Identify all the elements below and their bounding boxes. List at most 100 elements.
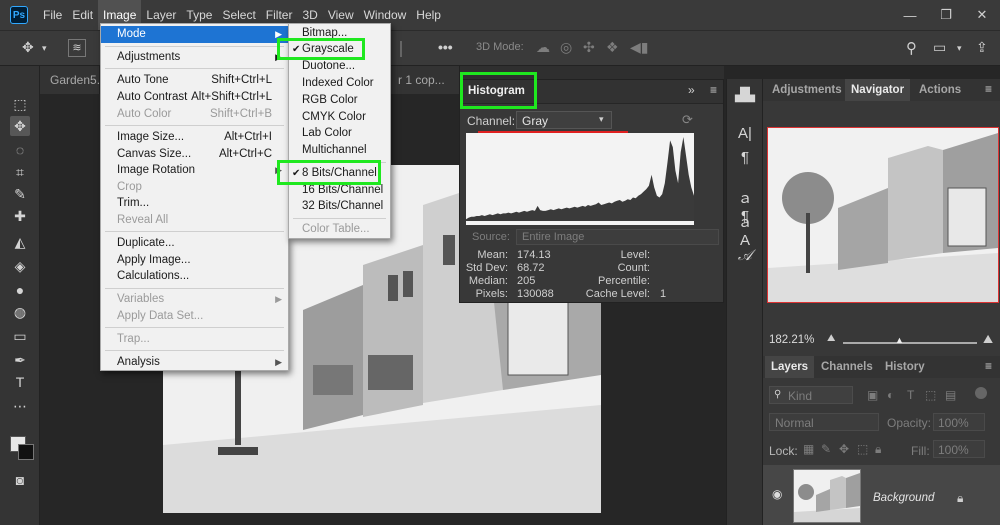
zoom-value[interactable]: 182.21% [769, 334, 814, 346]
mode-duotone[interactable]: Duotone... [289, 58, 390, 75]
tab-actions[interactable]: Actions [919, 79, 961, 101]
pen-tool-icon[interactable]: ✒ [10, 350, 30, 370]
menu-item-auto-contrast[interactable]: Auto Contrast Alt+Shift+Ctrl+L [101, 89, 288, 106]
lock-paint-icon[interactable]: ✎ [821, 442, 831, 456]
opacity-input[interactable]: 100% [933, 413, 985, 431]
filter-type-icon[interactable]: T [907, 388, 914, 402]
paragraph-styles-icon[interactable]: ａ¶ [735, 187, 755, 225]
menu-item-apply-image[interactable]: Apply Image... [101, 252, 288, 269]
tab-adjustments[interactable]: Adjustments [772, 79, 842, 101]
background-color-swatch[interactable] [18, 444, 34, 460]
chevron-down-icon[interactable]: ▾ [42, 43, 47, 54]
filter-pixel-icon[interactable]: ▣ [867, 388, 878, 402]
type-tool-icon[interactable]: T [10, 372, 30, 392]
tab-layers[interactable]: Layers [765, 356, 815, 378]
histogram-panel-icon[interactable]: ▟▙ [735, 87, 755, 107]
fill-input[interactable]: 100% [933, 440, 985, 458]
lock-pixels-icon[interactable]: ▦ [803, 442, 814, 456]
filter-smart-icon[interactable]: ▤ [945, 388, 956, 402]
filter-shape-icon[interactable]: ⬚ [925, 388, 936, 402]
channel-select[interactable]: Gray ▾ [516, 111, 612, 129]
rectangle-tool-icon[interactable]: ▭ [10, 326, 30, 346]
share-icon[interactable]: ⇪ [976, 39, 988, 56]
crop-tool-icon[interactable]: ⌗ [10, 162, 30, 182]
menu-item-canvas-size[interactable]: Canvas Size... Alt+Ctrl+C [101, 146, 288, 163]
zoom-slider-track[interactable] [843, 342, 977, 344]
mode-rgb-color[interactable]: RGB Color [289, 92, 390, 109]
blur-tool-icon[interactable]: ● [10, 280, 30, 300]
search-icon[interactable]: ⚲ [906, 39, 917, 57]
chevron-down-icon[interactable]: ▾ [957, 43, 962, 54]
lock-artboard-icon[interactable]: ⬚ [857, 442, 868, 456]
3d-slide-icon[interactable]: ❖ [606, 39, 619, 56]
restore-button[interactable]: ❐ [928, 0, 964, 30]
mode-cmyk-color[interactable]: CMYK Color [289, 109, 390, 126]
source-select[interactable]: Entire Image [516, 229, 719, 245]
mode-lab-color[interactable]: Lab Color [289, 125, 390, 142]
menu-help[interactable]: Help [411, 0, 446, 30]
menu-item-auto-tone[interactable]: Auto Tone Shift+Ctrl+L [101, 72, 288, 89]
tab-history[interactable]: History [885, 356, 925, 378]
eye-visibility-icon[interactable]: ◉ [772, 487, 782, 501]
menu-item-analysis[interactable]: Analysis ▶ [101, 354, 288, 371]
3d-orbit-icon[interactable]: ☁ [536, 39, 550, 56]
lock-position-icon[interactable]: ✥ [839, 442, 849, 456]
menu-item-mode[interactable]: Mode ▶ [101, 26, 288, 43]
blend-mode-select[interactable]: Normal [769, 413, 879, 431]
panel-menu-icon[interactable]: ≡ [985, 82, 992, 96]
zoom-slider-thumb[interactable]: ▲ [895, 335, 904, 345]
tab-garden[interactable]: Garden5. [40, 66, 100, 94]
dodge-tool-icon[interactable]: ◍ [10, 302, 30, 322]
filter-adjustment-icon[interactable]: ◐ [887, 388, 894, 402]
eraser-tool-icon[interactable]: ◭ [10, 232, 30, 252]
more-options-icon[interactable]: ••• [438, 39, 453, 55]
refresh-icon[interactable]: ⟳ [682, 112, 693, 128]
layer-row-background[interactable]: ◉ Background 🔒︎ [763, 465, 1000, 525]
marquee-tool-icon[interactable]: ⬚ [10, 94, 30, 114]
zoom-out-icon[interactable]: ⛰ [827, 333, 835, 344]
move-tool-icon[interactable]: ✥ [10, 116, 30, 136]
menu-item-image-size[interactable]: Image Size... Alt+Ctrl+I [101, 129, 288, 146]
character-panel-icon[interactable]: A| [735, 125, 755, 145]
lock-all-icon[interactable]: 🔒︎ [875, 442, 881, 457]
mode-multichannel[interactable]: Multichannel [289, 142, 390, 159]
menu-item-image-rotation[interactable]: Image Rotation ▶ [101, 162, 288, 179]
more-tools-icon[interactable]: ⋯ [10, 396, 30, 416]
layer-filter-select[interactable]: ⚲ Kind [769, 386, 853, 404]
channel-label: Channel: [467, 114, 516, 128]
mode-indexed-color[interactable]: Indexed Color [289, 75, 390, 92]
paint-bucket-icon[interactable]: ◈ [10, 256, 30, 276]
filter-toggle[interactable] [975, 387, 987, 399]
tab-copy[interactable]: r 1 cop... [388, 66, 460, 94]
3d-camera-icon[interactable]: ◀▮ [630, 39, 648, 56]
3d-roll-icon[interactable]: ◎ [560, 39, 572, 56]
lasso-tool-icon[interactable]: ◌ [10, 140, 30, 160]
collapse-panel-icon[interactable]: » [688, 83, 695, 97]
menu-file[interactable]: File [38, 0, 67, 30]
menu-item-calculations[interactable]: Calculations... [101, 268, 288, 285]
menu-item-adjustments[interactable]: Adjustments ▶ [101, 49, 288, 66]
panel-menu-icon[interactable]: ≡ [710, 83, 717, 97]
move-tool-icon[interactable]: ✥ [22, 39, 34, 56]
layer-name[interactable]: Background [873, 492, 934, 504]
arrange-icon[interactable]: ▭ [933, 39, 946, 56]
tab-navigator[interactable]: Navigator [845, 79, 911, 101]
quick-mask-icon[interactable]: ◙ [10, 470, 30, 490]
eyedropper-tool-icon[interactable]: ✎ [10, 184, 30, 204]
healing-tool-icon[interactable]: ✚ [10, 206, 30, 226]
close-button[interactable]: ✕ [964, 0, 1000, 30]
mode-32-bits[interactable]: 32 Bits/Channel [289, 198, 390, 215]
3d-pan-icon[interactable]: ✣ [583, 39, 595, 56]
tab-channels[interactable]: Channels [821, 356, 873, 378]
minimize-button[interactable]: — [892, 0, 928, 30]
paragraph-panel-icon[interactable]: ¶ [735, 149, 755, 169]
menu-item-trim[interactable]: Trim... [101, 195, 288, 212]
zoom-in-icon[interactable]: ⛰ [983, 332, 993, 347]
menu-edit[interactable]: Edit [67, 0, 98, 30]
glyphs-panel-icon[interactable]: 𝒜 [735, 247, 755, 267]
panel-menu-icon[interactable]: ≡ [985, 359, 992, 373]
layers-stack-icon[interactable]: ≋ [68, 39, 86, 57]
menu-item-duplicate[interactable]: Duplicate... [101, 235, 288, 252]
navigator-thumbnail[interactable] [767, 127, 999, 303]
character-styles-icon[interactable]: ａA [735, 211, 755, 249]
